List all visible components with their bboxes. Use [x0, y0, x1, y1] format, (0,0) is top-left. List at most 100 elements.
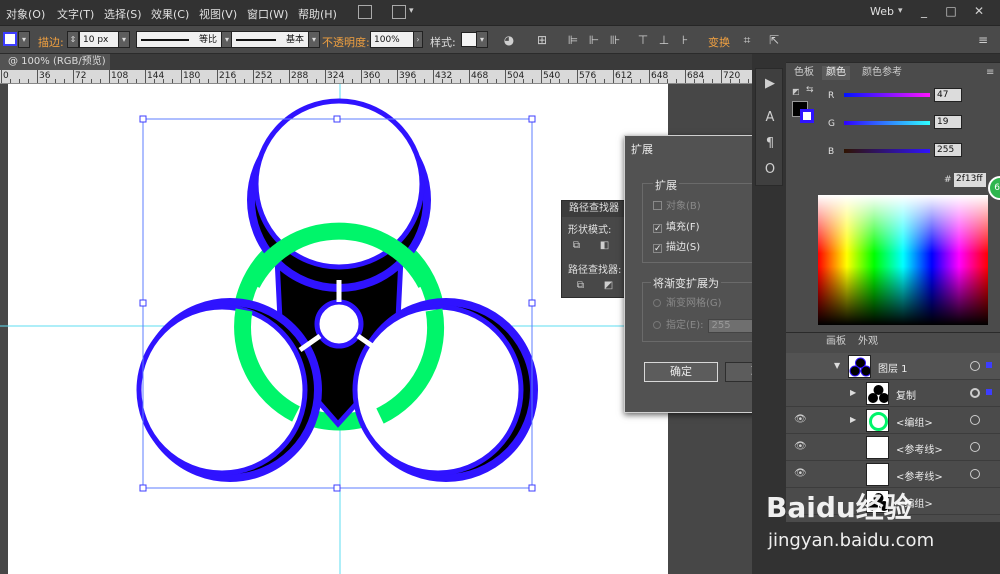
recolor-artwork-icon[interactable]: ◕: [502, 33, 516, 47]
layer-name[interactable]: 图层 1: [878, 360, 908, 375]
character-icon[interactable]: A: [761, 109, 779, 127]
style-swatch[interactable]: [461, 32, 477, 47]
gradient-mesh-radio[interactable]: 渐变网格(G): [653, 294, 722, 309]
bbox-handle-ml[interactable]: [139, 299, 147, 307]
menu-window[interactable]: 窗口(W): [247, 6, 288, 22]
ok-button[interactable]: 确定: [644, 362, 718, 382]
minus-front-icon[interactable]: ◧: [598, 239, 611, 252]
bridge-icon[interactable]: [358, 5, 372, 19]
bbox-handle-tr[interactable]: [528, 115, 536, 123]
tab-color-guide[interactable]: 颜色参考: [858, 66, 906, 80]
chevron-down-icon[interactable]: ▾: [898, 6, 903, 16]
b-slider[interactable]: [844, 149, 930, 153]
center-hole[interactable]: [314, 299, 364, 349]
b-value[interactable]: 255: [934, 143, 962, 157]
g-slider[interactable]: [844, 121, 930, 125]
paragraph-icon[interactable]: ¶: [761, 135, 779, 153]
r-slider[interactable]: [844, 93, 930, 97]
expand-triangle-icon[interactable]: ▶: [850, 415, 856, 424]
panel-menu-icon[interactable]: ≡: [986, 67, 994, 78]
align-to-icon[interactable]: ⊞: [535, 33, 549, 47]
menu-select[interactable]: 选择(S): [104, 6, 142, 22]
g-value[interactable]: 19: [934, 115, 962, 129]
horizontal-ruler[interactable]: 0 36 72 108 144 180 216 252 288 324 360 396 432 468 50…: [0, 70, 752, 84]
layer-row[interactable]: ▼ 图层 1: [786, 353, 1000, 380]
menu-object[interactable]: 对象(O): [6, 6, 45, 22]
stroke-stepper[interactable]: ⇕: [67, 31, 79, 48]
align-top-icon[interactable]: ⊤: [636, 33, 650, 47]
panel-menu-icon[interactable]: ≡: [976, 33, 990, 47]
pathfinder-title[interactable]: 路径查找器: [562, 201, 626, 217]
minimize-button[interactable]: _: [913, 2, 935, 20]
layer-name[interactable]: <编组>: [896, 414, 933, 429]
target-icon[interactable]: [970, 415, 980, 425]
align-right-icon[interactable]: ⊪: [608, 33, 622, 47]
bbox-handle-tl[interactable]: [139, 115, 147, 123]
close-button[interactable]: ✕: [968, 2, 990, 20]
bbox-handle-mr[interactable]: [528, 299, 536, 307]
left-lobe-hole[interactable]: [136, 304, 308, 476]
selection-indicator[interactable]: [986, 362, 992, 368]
align-bottom-icon[interactable]: ⊦: [678, 33, 692, 47]
chevron-down-icon[interactable]: ▾: [409, 6, 414, 16]
brush-definition[interactable]: 基本: [231, 31, 309, 48]
menu-help[interactable]: 帮助(H): [298, 6, 337, 22]
target-icon[interactable]: [970, 442, 980, 452]
selection-indicator[interactable]: [986, 389, 992, 395]
layer-row[interactable]: ▶ 复制: [786, 380, 1000, 407]
menu-effect[interactable]: 效果(C): [151, 6, 189, 22]
bbox-handle-bc[interactable]: [333, 484, 341, 492]
stroke-check-box[interactable]: ✓: [653, 244, 662, 254]
align-left-icon[interactable]: ⊫: [566, 33, 580, 47]
expand-triangle-icon[interactable]: ▶: [850, 388, 856, 397]
trim-icon[interactable]: ◩: [602, 279, 615, 292]
object-checkbox[interactable]: 对象(B): [653, 197, 701, 212]
bbox-handle-tc[interactable]: [333, 115, 341, 123]
color-spectrum[interactable]: [818, 195, 988, 325]
isolate-group-icon[interactable]: ⌗: [740, 33, 754, 47]
bbox-handle-bl[interactable]: [139, 484, 147, 492]
stroke-color-swatch[interactable]: [800, 109, 814, 123]
align-center-icon[interactable]: ⊩: [587, 33, 601, 47]
layer-name[interactable]: 复制: [896, 387, 916, 402]
target-icon[interactable]: [970, 361, 980, 371]
variable-width-profile[interactable]: 等比: [136, 31, 222, 48]
workspace-switcher[interactable]: Web: [870, 5, 894, 18]
chevron-down-icon[interactable]: ▾: [18, 31, 30, 48]
gradient-mesh-radio-dot[interactable]: [653, 299, 661, 307]
stroke-checkbox[interactable]: ✓ 描边(S): [653, 238, 700, 254]
eye-icon[interactable]: 👁: [794, 442, 807, 452]
fill-check-box[interactable]: ✓: [653, 224, 662, 234]
unite-icon[interactable]: ⧉: [570, 239, 583, 252]
stroke-swatch[interactable]: [3, 32, 17, 46]
bbox-handle-br[interactable]: [528, 484, 536, 492]
specify-radio-dot[interactable]: [653, 321, 661, 329]
transform-link[interactable]: 变换: [708, 34, 730, 50]
expand-triangle-icon[interactable]: ▼: [834, 361, 840, 370]
menu-type[interactable]: 文字(T): [57, 6, 94, 22]
menu-view[interactable]: 视图(V): [199, 6, 237, 22]
layer-row[interactable]: 👁 <参考线>: [786, 434, 1000, 461]
eye-icon[interactable]: 👁: [794, 415, 807, 425]
chevron-down-icon[interactable]: ▾: [308, 31, 320, 48]
tab-artboards[interactable]: 画板: [822, 335, 850, 349]
arrange-documents-icon[interactable]: [392, 5, 406, 19]
tab-color[interactable]: 颜色: [822, 66, 850, 80]
target-icon[interactable]: [970, 469, 980, 479]
object-check-box[interactable]: [653, 201, 662, 210]
stroke-weight-field[interactable]: 10 px: [79, 31, 119, 48]
hex-field[interactable]: 2f13ff: [954, 173, 986, 187]
default-colors-icon[interactable]: ◩: [792, 87, 800, 96]
fill-checkbox[interactable]: ✓ 填充(F): [653, 218, 700, 234]
chevron-right-icon[interactable]: ›: [413, 31, 423, 48]
target-icon[interactable]: [970, 388, 980, 398]
chevron-down-icon[interactable]: ▾: [118, 31, 130, 48]
opacity-label[interactable]: 不透明度:: [322, 34, 370, 50]
r-value[interactable]: 47: [934, 88, 962, 102]
select-similar-icon[interactable]: ⇱: [767, 33, 781, 47]
align-middle-icon[interactable]: ⊥: [657, 33, 671, 47]
opacity-field[interactable]: 100%: [370, 31, 414, 48]
tab-appearance[interactable]: 外观: [854, 335, 882, 349]
document-tab[interactable]: @ 100% (RGB/预览) ×: [0, 54, 110, 83]
layer-row[interactable]: 👁 ▶ <编组>: [786, 407, 1000, 434]
